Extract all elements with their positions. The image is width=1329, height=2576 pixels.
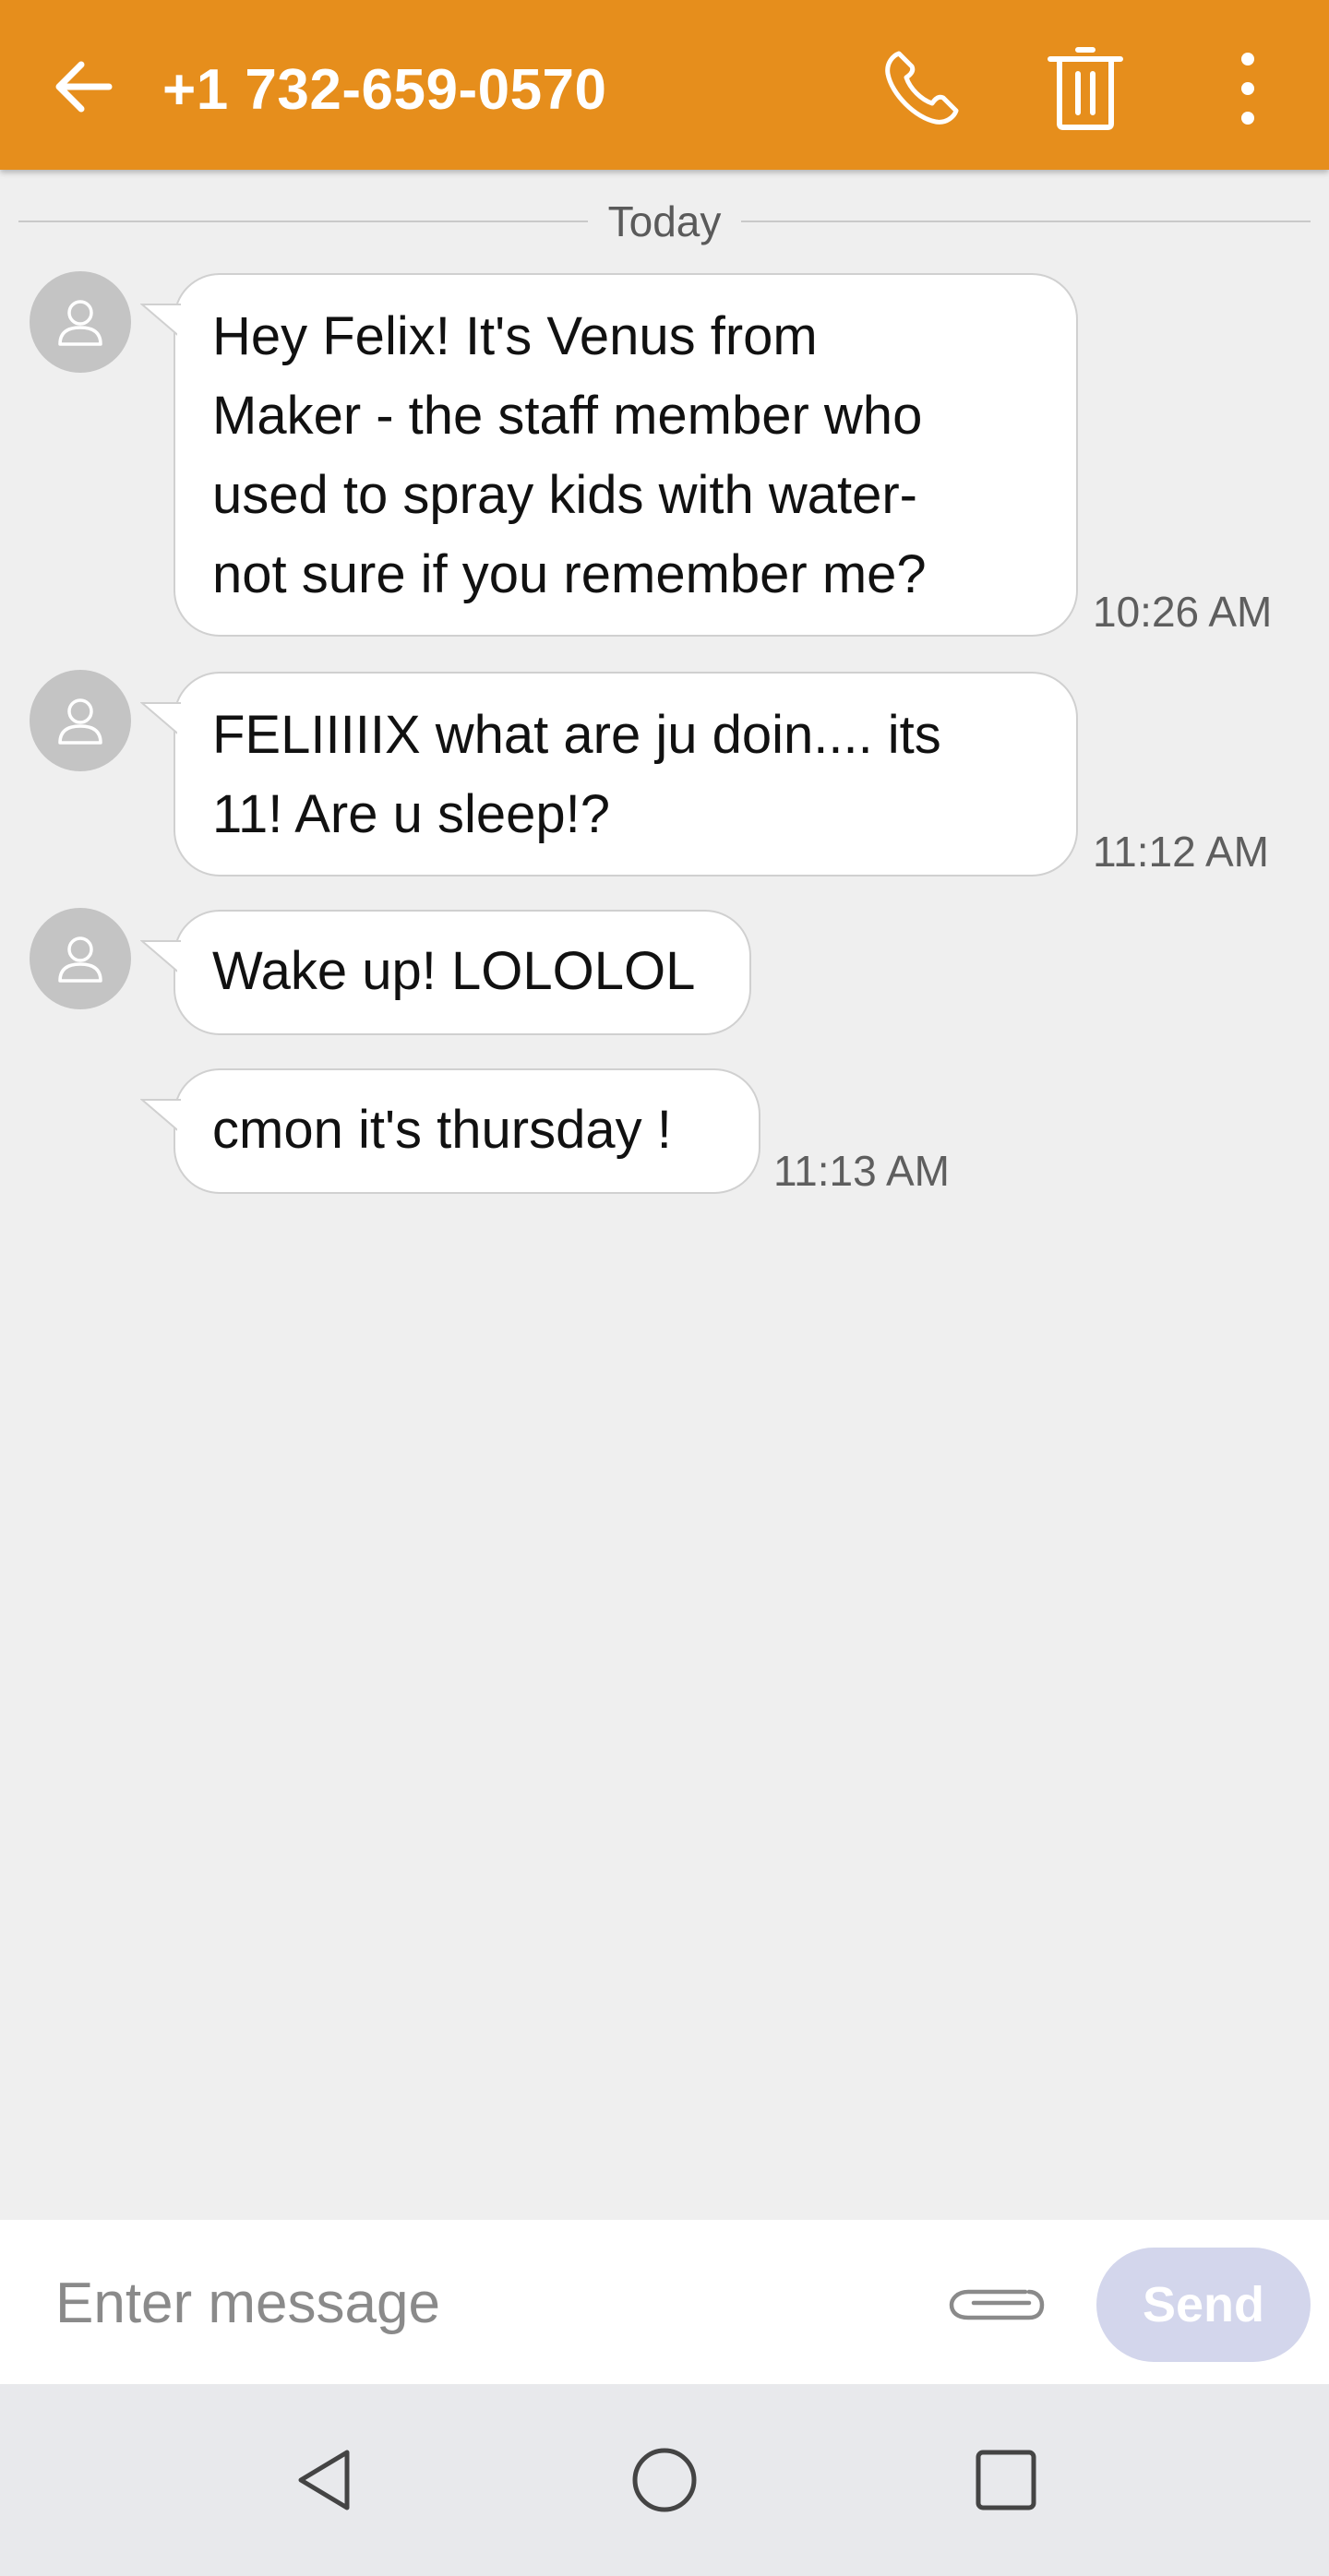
avatar[interactable] xyxy=(30,670,131,771)
message-timestamp: 11:13 AM xyxy=(773,1147,950,1195)
divider-line xyxy=(18,221,588,222)
nav-recents-button[interactable] xyxy=(951,2425,1061,2535)
nav-back-icon xyxy=(298,2450,350,2510)
trash-icon xyxy=(1048,47,1123,130)
back-arrow-icon xyxy=(55,61,113,113)
bubble-tail xyxy=(140,1099,183,1135)
message-bubble[interactable]: cmon it's thursday ! xyxy=(140,1068,760,1194)
message-line: Wake up! LOLOLOL xyxy=(212,941,696,1001)
nav-home-icon xyxy=(632,2448,697,2512)
phone-icon xyxy=(885,51,959,125)
date-divider: Today xyxy=(18,194,1311,249)
message-line: FELIIIIIX what are ju doin.... its xyxy=(212,705,941,765)
message-line: 11! Are u sleep!? xyxy=(212,784,611,844)
bubble-tail xyxy=(140,702,183,738)
avatar[interactable] xyxy=(30,271,131,373)
attach-button[interactable] xyxy=(941,2257,1052,2349)
bubble-tail xyxy=(140,304,183,340)
app-header: +1 732-659-0570 xyxy=(0,0,1329,170)
message-composer: Send xyxy=(0,2220,1329,2384)
date-divider-label: Today xyxy=(607,197,722,245)
message-line: used to spray kids with water- xyxy=(212,465,917,525)
more-options-button[interactable] xyxy=(1202,42,1294,135)
message-timestamp: 10:26 AM xyxy=(1093,588,1273,636)
nav-recents-icon xyxy=(976,2450,1036,2510)
message-line: Hey Felix! It's Venus from xyxy=(212,306,818,366)
bubble-tail xyxy=(140,940,183,976)
avatar[interactable] xyxy=(30,908,131,1009)
delete-button[interactable] xyxy=(1039,42,1131,135)
message-bubble[interactable]: Wake up! LOLOLOL xyxy=(140,910,751,1035)
call-button[interactable] xyxy=(875,42,967,135)
back-button[interactable] xyxy=(44,48,122,125)
message-line: Maker - the staff member who xyxy=(212,386,923,446)
contact-title: +1 732-659-0570 xyxy=(162,58,607,122)
message-bubble[interactable]: FELIIIIIX what are ju doin.... its 11! A… xyxy=(140,672,1078,877)
send-button[interactable]: Send xyxy=(1096,2248,1311,2362)
person-icon xyxy=(58,698,102,745)
message-input[interactable] xyxy=(55,2257,886,2349)
message-bubble[interactable]: Hey Felix! It's Venus from Maker - the s… xyxy=(140,273,1078,637)
person-icon xyxy=(58,300,102,346)
message-timestamp: 11:12 AM xyxy=(1093,828,1269,876)
system-nav-bar xyxy=(0,2384,1329,2576)
message-line: not sure if you remember me? xyxy=(212,544,927,604)
more-vertical-icon xyxy=(1241,53,1254,125)
message-line: cmon it's thursday ! xyxy=(212,1100,672,1160)
paperclip-icon xyxy=(949,2289,1045,2320)
divider-line xyxy=(741,221,1311,222)
nav-back-button[interactable] xyxy=(269,2425,380,2535)
person-icon xyxy=(58,936,102,983)
nav-home-button[interactable] xyxy=(609,2425,720,2535)
